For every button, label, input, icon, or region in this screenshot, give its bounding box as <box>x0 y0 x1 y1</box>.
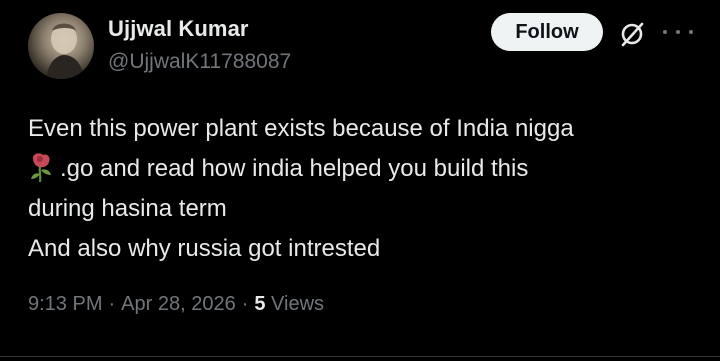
tweet-text: Even this power plant exists because of … <box>28 109 708 269</box>
tweet-line-text: .go and read how india helped you build … <box>60 155 529 182</box>
tweet-line-with-emoji: .go and read how india helped you build … <box>28 149 708 189</box>
divider <box>0 356 720 357</box>
avatar[interactable] <box>28 13 94 79</box>
tweet-meta: 9:13 PM · Apr 28, 2026 · 5 Views <box>28 293 324 316</box>
meta-separator: · <box>108 293 116 315</box>
tweet-date[interactable]: Apr 28, 2026 <box>121 293 236 315</box>
author-display-name[interactable]: Ujjwal Kumar <box>108 16 249 42</box>
views-count[interactable]: 5 <box>254 293 265 315</box>
grok-icon[interactable] <box>618 20 646 48</box>
views-label[interactable]: Views <box>271 293 324 315</box>
follow-button[interactable]: Follow <box>491 13 603 51</box>
more-options-icon[interactable] <box>663 20 693 44</box>
more-dot <box>676 30 680 34</box>
more-dot <box>663 30 667 34</box>
tweet-time[interactable]: 9:13 PM <box>28 293 102 315</box>
author-handle[interactable]: @UjjwalK11788087 <box>108 50 291 74</box>
tweet-line: Even this power plant exists because of … <box>28 115 574 142</box>
more-dot <box>689 30 693 34</box>
tweet-line: during hasina term <box>28 195 227 222</box>
tweet-line: And also why russia got intrested <box>28 235 381 262</box>
avatar-image <box>46 23 84 79</box>
tweet-detail: Ujjwal Kumar @UjjwalK11788087 Follow Eve… <box>0 0 720 361</box>
wilted-rose-emoji-icon <box>28 152 54 183</box>
meta-separator: · <box>241 293 249 315</box>
